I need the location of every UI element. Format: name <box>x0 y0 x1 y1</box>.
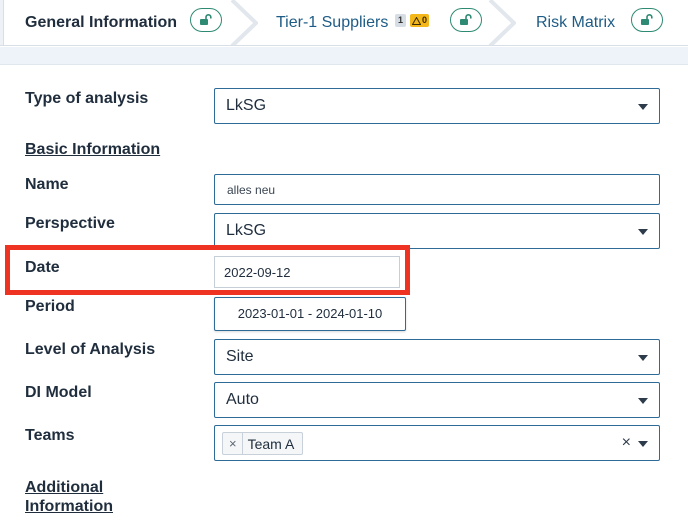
di-model-value: Auto <box>226 391 259 408</box>
caret-down-icon <box>638 104 648 110</box>
unlock-icon[interactable] <box>190 8 222 32</box>
panel-header-strip <box>0 47 688 65</box>
additional-information-link[interactable]: Additional Information <box>25 478 113 516</box>
tab-label: Tier-1 Suppliers <box>276 14 389 31</box>
di-model-label: DI Model <box>25 384 92 401</box>
team-tag: × Team A <box>222 432 304 455</box>
team-tag-label: Team A <box>247 435 295 452</box>
type-of-analysis-select[interactable]: LkSG <box>214 88 660 124</box>
additional-information-line1: Additional <box>25 479 104 496</box>
type-of-analysis-value: LkSG <box>226 97 267 114</box>
period-picker-button[interactable]: 2023-01-01 - 2024-01-10 <box>214 297 406 331</box>
tab-separator-icon <box>230 0 258 45</box>
warning-count: 0 <box>422 15 428 25</box>
tab-tier1-suppliers[interactable]: Tier-1 Suppliers <box>276 0 389 45</box>
di-model-select[interactable]: Auto <box>214 382 660 418</box>
level-of-analysis-select[interactable]: Site <box>214 339 660 375</box>
basic-information-link[interactable]: Basic Information <box>25 140 160 159</box>
name-label: Name <box>25 176 69 193</box>
remove-tag-icon[interactable]: × <box>223 433 243 454</box>
caret-down-icon <box>638 398 648 404</box>
perspective-select[interactable]: LkSG <box>214 213 660 249</box>
perspective-value: LkSG <box>226 222 267 239</box>
level-of-analysis-value: Site <box>226 348 254 365</box>
warning-icon <box>412 16 421 25</box>
additional-information-line2: Information <box>25 498 113 515</box>
level-of-analysis-label: Level of Analysis <box>25 341 156 358</box>
tab-general-information[interactable]: General Information <box>25 0 178 45</box>
caret-down-icon <box>638 441 648 447</box>
count-badge: 1 <box>395 14 406 27</box>
clear-icon[interactable]: × <box>622 435 631 451</box>
type-of-analysis-label: Type of analysis <box>25 90 149 107</box>
tab-separator-icon <box>488 0 516 45</box>
tab-bar: General Information Tier-1 Suppliers 1 0… <box>0 0 688 46</box>
tab-label: General Information <box>25 14 178 31</box>
date-label: Date <box>25 259 60 276</box>
unlock-icon[interactable] <box>631 8 663 32</box>
teams-label: Teams <box>25 427 75 444</box>
tab-label: Risk Matrix <box>536 14 616 31</box>
perspective-label: Perspective <box>25 215 115 232</box>
warning-badge: 0 <box>410 14 430 27</box>
unlock-icon[interactable] <box>450 8 482 32</box>
name-input[interactable] <box>214 174 660 205</box>
caret-down-icon <box>638 355 648 361</box>
date-input[interactable] <box>214 256 400 288</box>
period-label: Period <box>25 298 75 315</box>
tab-bar-edge <box>0 0 4 45</box>
tab-risk-matrix[interactable]: Risk Matrix <box>536 0 616 45</box>
caret-down-icon <box>638 229 648 235</box>
